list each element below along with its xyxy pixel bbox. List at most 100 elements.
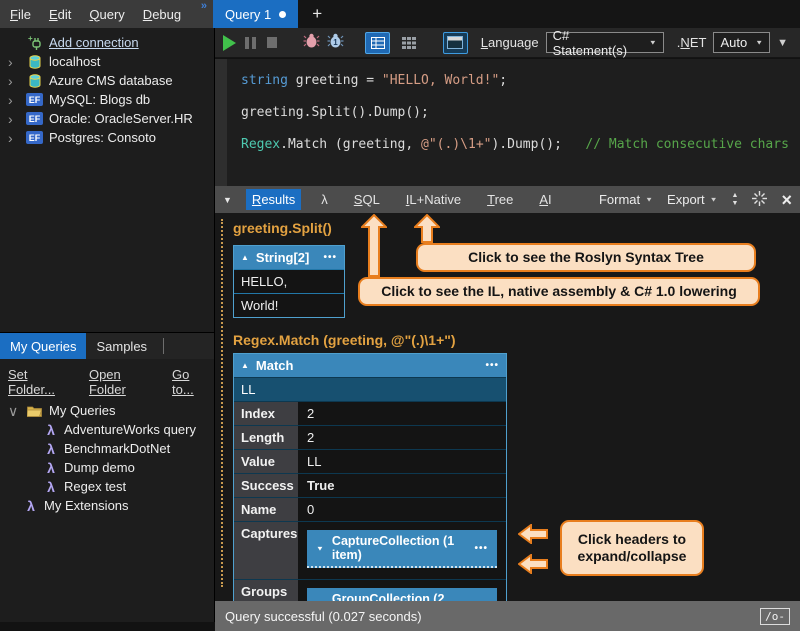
svg-text:+: + <box>28 35 33 43</box>
connections-panel: + Add connection › localhost › Azure CMS… <box>0 28 214 332</box>
unsaved-dot-icon <box>279 11 286 18</box>
tab-tree[interactable]: Tree <box>481 189 519 210</box>
ef-core-icon: EF <box>26 93 43 106</box>
new-tab-button[interactable]: + <box>298 0 336 28</box>
tab-my-queries[interactable]: My Queries <box>0 333 86 359</box>
menu-query[interactable]: Query <box>89 7 124 22</box>
add-connection[interactable]: + Add connection <box>0 33 214 52</box>
tab-query-1-label: Query 1 <box>225 7 271 22</box>
connection-mysql[interactable]: › EF MySQL: Blogs db <box>0 90 214 109</box>
language-value: C# Statement(s) <box>553 28 641 58</box>
breakpoint-bug-icon[interactable]: 1 <box>327 33 344 53</box>
list-item[interactable]: λ AdventureWorks query <box>0 420 214 439</box>
close-results-icon[interactable]: × <box>781 191 792 209</box>
dotnet-select[interactable]: Auto ▼ <box>713 32 770 53</box>
expand-chevron-icon[interactable]: › <box>8 93 20 107</box>
menu-file[interactable]: File <box>10 7 31 22</box>
tab-lambda[interactable]: λ <box>315 189 334 210</box>
header-menu-icon[interactable]: ••• <box>323 252 337 263</box>
menu-overflow-icon[interactable]: » <box>201 0 207 12</box>
expand-chevron-icon[interactable]: › <box>8 74 20 88</box>
add-connection-label: Add connection <box>49 35 139 50</box>
callout-line: Click headers to <box>578 531 686 549</box>
pause-button[interactable] <box>245 37 256 49</box>
chevron-down-icon: ▼ <box>316 544 324 551</box>
undock-results-icon[interactable] <box>752 191 767 209</box>
language-select[interactable]: C# Statement(s) ▼ <box>546 32 664 53</box>
table-row: Success True <box>234 473 506 497</box>
expand-chevron-icon[interactable]: › <box>8 131 20 145</box>
run-button[interactable] <box>223 35 236 51</box>
match-table-header[interactable]: ▲ Match ••• <box>234 354 506 377</box>
format-dropdown[interactable]: Format ▼ <box>599 192 653 207</box>
expand-chevron-icon[interactable]: › <box>8 112 20 126</box>
results-collapse-caret-icon[interactable]: ▼ <box>223 195 232 205</box>
expand-chevron-icon[interactable]: › <box>8 55 20 69</box>
connection-localhost[interactable]: › localhost <box>0 52 214 71</box>
stop-button[interactable] <box>267 37 277 48</box>
lambda-query-icon: λ <box>44 441 58 457</box>
tab-results[interactable]: Results <box>246 189 301 210</box>
rich-text-results-button[interactable] <box>365 32 390 54</box>
split-table-header[interactable]: ▲ String[2] ••• <box>234 246 344 269</box>
collapse-chevron-icon[interactable]: ∨ <box>8 404 20 418</box>
resize-panel-icon[interactable]: ▲▼ <box>732 193 739 207</box>
connection-azure[interactable]: › Azure CMS database <box>0 71 214 90</box>
results-panel-layout-button[interactable] <box>443 32 468 54</box>
query-tab-strip: Query 1 + <box>213 0 336 28</box>
match-result-table: ▲ Match ••• LL Index 2 Length 2 Value LL… <box>233 353 507 631</box>
tab-samples[interactable]: Samples <box>86 333 157 359</box>
query-label: My Extensions <box>44 498 129 513</box>
regex-options-badge[interactable]: /o- <box>760 608 790 625</box>
add-connection-icon: + <box>26 35 43 51</box>
header-menu-icon[interactable]: ••• <box>485 360 499 371</box>
my-extensions-item[interactable]: λ My Extensions <box>0 496 214 515</box>
sidebar: + Add connection › localhost › Azure CMS… <box>0 28 215 622</box>
callout-arrow-left-captures <box>518 524 548 544</box>
ef-core-icon: EF <box>26 131 43 144</box>
table-row: Value LL <box>234 449 506 473</box>
open-folder-link[interactable]: Open Folder <box>89 367 160 397</box>
tab-sql[interactable]: SQL <box>348 189 386 210</box>
go-to-link[interactable]: Go to... <box>172 367 214 397</box>
export-dropdown[interactable]: Export ▼ <box>667 192 718 207</box>
database-icon <box>26 54 43 70</box>
chevron-down-icon: ▼ <box>710 196 718 203</box>
linqpad-window: File Edit Query Debug » Query 1 + <box>0 0 800 631</box>
my-queries-folder[interactable]: ∨ My Queries <box>0 401 214 420</box>
table-row-captures: Captures ▼ CaptureCollection (1 item) ••… <box>234 521 506 579</box>
tab-query-1[interactable]: Query 1 <box>213 0 298 28</box>
tab-ai[interactable]: AI <box>533 189 557 210</box>
match-result-heading: Regex.Match (greeting, @"(.)\1+") <box>233 332 456 348</box>
toolbar-overflow-caret-icon[interactable]: ▼ <box>777 37 792 49</box>
ef-core-icon: EF <box>26 112 43 125</box>
export-label: Export <box>667 192 705 207</box>
status-message: Query successful (0.027 seconds) <box>225 609 422 624</box>
table-row: World! <box>234 293 344 317</box>
menu-edit[interactable]: Edit <box>49 7 71 22</box>
code-editor[interactable]: string greeting = "HELLO, World!"; greet… <box>215 59 800 186</box>
list-item[interactable]: λ Regex test <box>0 477 214 496</box>
list-item[interactable]: λ Dump demo <box>0 458 214 477</box>
dotnet-label: .NET <box>677 35 707 50</box>
query-label: AdventureWorks query <box>64 422 196 437</box>
results-panel: greeting.Split() ▲ String[2] ••• HELLO, … <box>215 213 800 601</box>
set-folder-link[interactable]: Set Folder... <box>8 367 77 397</box>
header-menu-icon[interactable]: ••• <box>474 543 488 554</box>
svg-text:1: 1 <box>333 38 338 47</box>
connection-postgres[interactable]: › EF Postgres: Consoto <box>0 128 214 147</box>
list-item[interactable]: λ BenchmarkDotNet <box>0 439 214 458</box>
data-grid-results-button[interactable] <box>397 32 422 54</box>
menu-debug[interactable]: Debug <box>143 7 181 22</box>
top-bar: File Edit Query Debug » Query 1 + <box>0 0 800 28</box>
lambda-query-icon: λ <box>44 460 58 476</box>
connection-oracle[interactable]: › EF Oracle: OracleServer.HR <box>0 109 214 128</box>
callout-expand-collapse: Click headers to expand/collapse <box>560 520 704 576</box>
folder-label: My Queries <box>49 403 115 418</box>
callout-arrow-left-groups <box>518 554 548 574</box>
match-table-header-label: Match <box>256 358 294 373</box>
debug-bug-icon[interactable] <box>303 33 320 53</box>
capture-collection-header[interactable]: ▼ CaptureCollection (1 item) ••• <box>307 530 497 568</box>
table-row: Name 0 <box>234 497 506 521</box>
tab-il-native[interactable]: IL+Native <box>400 189 467 210</box>
